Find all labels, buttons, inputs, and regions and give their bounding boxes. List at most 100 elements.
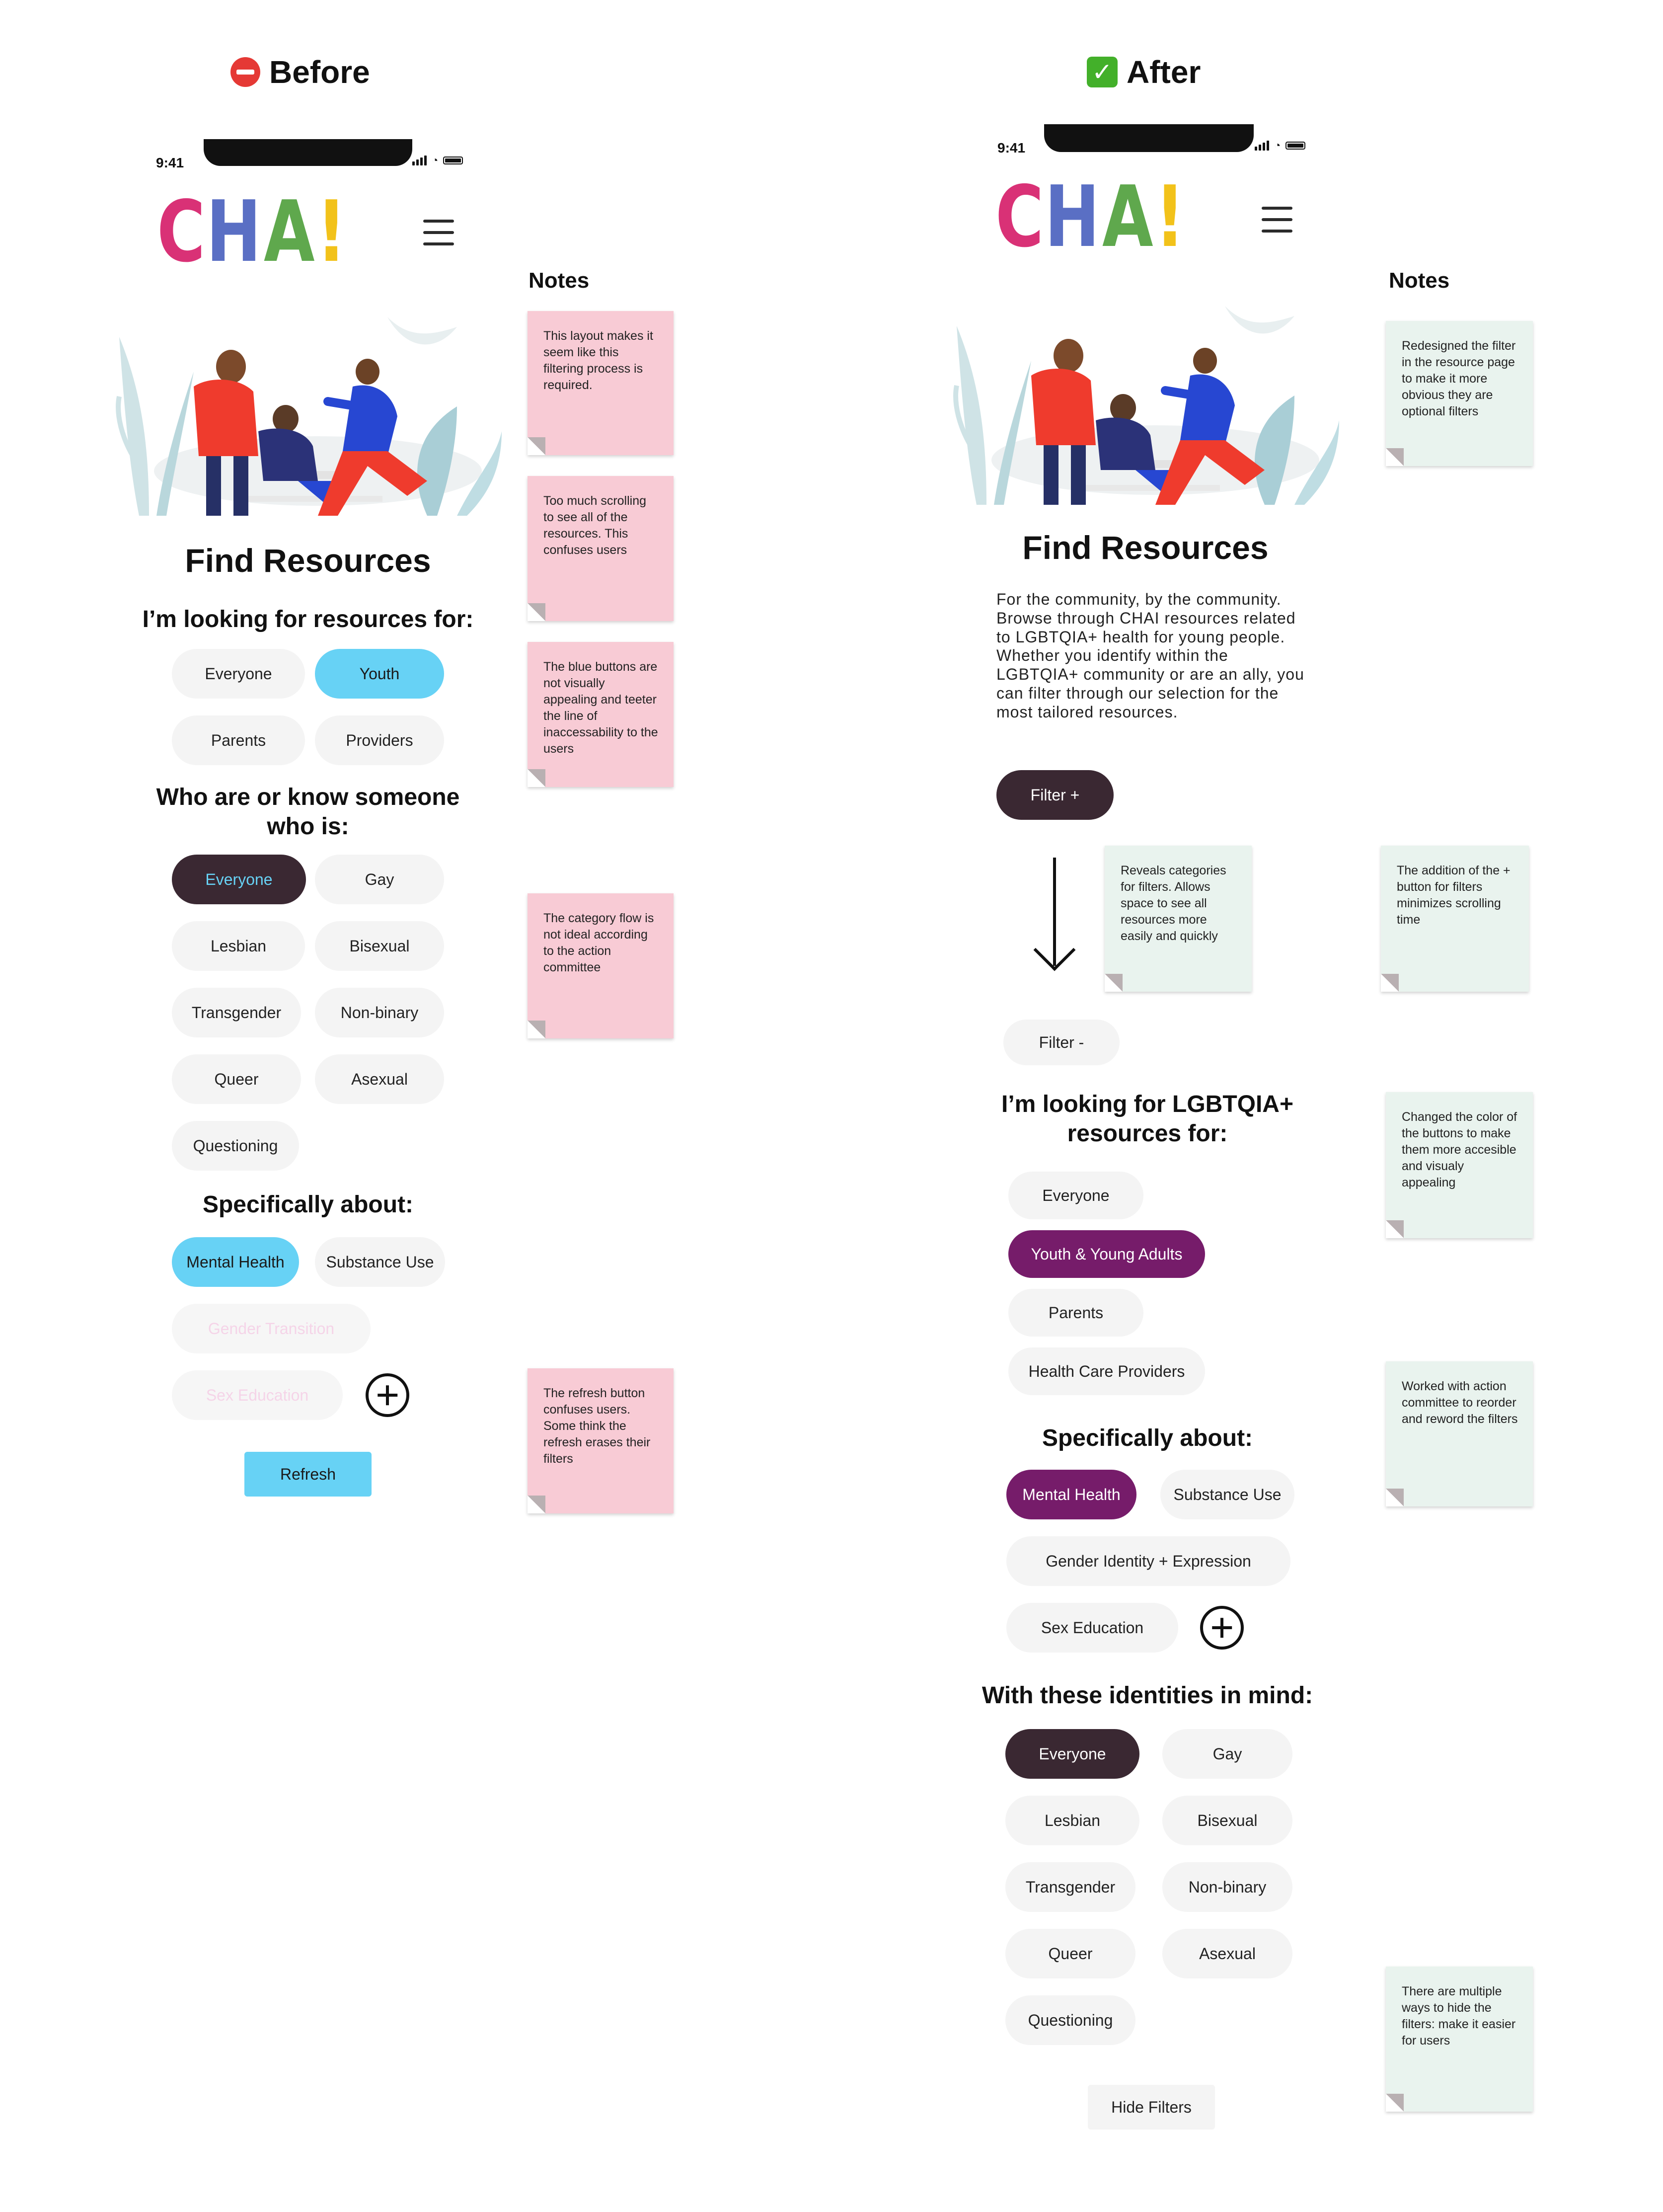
sticky-note: This layout makes it seem like this filt… <box>528 311 674 455</box>
sticky-note: Reveals categories for filters. Allows s… <box>1105 846 1252 992</box>
logo-letter: A <box>264 183 315 281</box>
note-text: Reveals categories for filters. Allows s… <box>1121 864 1226 943</box>
refresh-button[interactable]: Refresh <box>244 1452 372 1497</box>
chai-logo[interactable]: C H A ! <box>157 190 346 274</box>
filter-sex-education[interactable]: Sex Education <box>1006 1603 1178 1653</box>
status-icons: ◔ <box>412 155 463 166</box>
filter-identity-transgender[interactable]: Transgender <box>1005 1862 1135 1912</box>
filter-identity-bisexual[interactable]: Bisexual <box>1162 1796 1292 1845</box>
status-icons: ◔ <box>1255 140 1306 151</box>
intro-text: For the community, by the community. Bro… <box>996 590 1304 721</box>
logo-letter: H <box>206 183 261 281</box>
logo-letter: ! <box>1154 168 1185 266</box>
filter-identity-bisexual[interactable]: Bisexual <box>315 921 444 971</box>
sticky-note: Redesigned the filter in the resource pa… <box>1386 321 1533 466</box>
filter-identity-non-binary[interactable]: Non-binary <box>315 988 444 1037</box>
note-fold <box>528 437 545 455</box>
note-text: There are multiple ways to hide the filt… <box>1402 1984 1516 2048</box>
filter-substance-use[interactable]: Substance Use <box>1160 1470 1294 1519</box>
sticky-note: Worked with action committee to reorder … <box>1386 1361 1533 1506</box>
filter-close-button[interactable]: Filter - <box>1003 1020 1120 1065</box>
chai-logo[interactable]: C H A ! <box>995 175 1185 259</box>
filter-youth-young-adults[interactable]: Youth & Young Adults <box>1008 1230 1205 1278</box>
hamburger-menu-icon[interactable] <box>423 220 454 245</box>
filter-identity-everyone[interactable]: Everyone <box>172 855 306 904</box>
filter-identity-queer[interactable]: Queer <box>172 1054 301 1104</box>
filter-open-button[interactable]: Filter + <box>996 770 1114 820</box>
before-phone-status-bar: 9:41 ◔ <box>154 134 482 170</box>
filter-identity-asexual[interactable]: Asexual <box>315 1054 444 1104</box>
phone-notch <box>1044 124 1254 152</box>
sticky-note: The addition of the + button for filters… <box>1381 846 1529 992</box>
after-heading-label: After <box>1127 54 1201 90</box>
filter-identity-queer[interactable]: Queer <box>1005 1929 1135 1978</box>
page-title: Find Resources <box>1022 529 1269 566</box>
filter-mental-health[interactable]: Mental Health <box>172 1237 299 1287</box>
note-text: The category flow is not ideal according… <box>543 911 654 974</box>
audience-label: I’m looking for resources for: <box>142 606 474 632</box>
note-fold <box>528 1496 545 1513</box>
sticky-note: The refresh button confuses users. Some … <box>528 1368 674 1513</box>
wifi-icon: ◔ <box>432 154 439 166</box>
filter-providers[interactable]: Providers <box>315 715 444 765</box>
filter-identity-questioning[interactable]: Questioning <box>1005 1995 1135 2045</box>
filter-identity-questioning[interactable]: Questioning <box>172 1121 299 1171</box>
before-heading: Before <box>230 54 370 90</box>
filter-gender-transition[interactable]: Gender Transition <box>172 1304 371 1353</box>
filter-identity-lesbian[interactable]: Lesbian <box>172 921 305 971</box>
identity-label: With these identities in mind: <box>982 1682 1313 1709</box>
filter-identity-gay[interactable]: Gay <box>315 855 444 904</box>
people-illustration <box>116 317 502 516</box>
before-heading-label: Before <box>269 54 370 90</box>
note-text: The refresh button confuses users. Some … <box>543 1386 651 1466</box>
signal-icon <box>412 156 427 165</box>
note-fold <box>1386 448 1404 466</box>
note-text: The blue buttons are not visually appeal… <box>543 660 658 756</box>
filter-sex-education[interactable]: Sex Education <box>172 1370 343 1420</box>
filter-parents[interactable]: Parents <box>172 715 305 765</box>
filter-identity-asexual[interactable]: Asexual <box>1162 1929 1292 1978</box>
filter-identity-gay[interactable]: Gay <box>1162 1729 1292 1779</box>
filter-mental-health[interactable]: Mental Health <box>1006 1470 1136 1519</box>
filter-parents[interactable]: Parents <box>1008 1289 1143 1337</box>
after-heading: ✓ After <box>1087 54 1201 90</box>
status-time: 9:41 <box>156 155 184 170</box>
sticky-note: There are multiple ways to hide the filt… <box>1386 1967 1533 2112</box>
note-fold <box>1105 974 1123 992</box>
phone-notch <box>204 139 412 166</box>
plus-circle-icon[interactable] <box>366 1373 409 1417</box>
logo-letter: C <box>157 183 205 281</box>
hide-filters-button[interactable]: Hide Filters <box>1088 2085 1215 2130</box>
note-fold <box>1381 974 1399 992</box>
battery-icon <box>443 157 463 164</box>
note-fold <box>1386 1220 1404 1238</box>
filter-everyone[interactable]: Everyone <box>1008 1172 1143 1219</box>
down-arrow-head <box>1033 929 1076 971</box>
filter-identity-lesbian[interactable]: Lesbian <box>1005 1796 1139 1845</box>
note-fold <box>1386 1489 1404 1506</box>
sticky-note: Changed the color of the buttons to make… <box>1386 1092 1533 1238</box>
notes-heading: Notes <box>529 268 590 293</box>
filter-identity-transgender[interactable]: Transgender <box>172 988 301 1037</box>
audience-label: I’m looking for LGBTQIA+ resources for: <box>1001 1091 1293 1147</box>
plus-circle-icon[interactable] <box>1200 1606 1244 1650</box>
note-text: Worked with action committee to reorder … <box>1402 1379 1518 1426</box>
note-text: This layout makes it seem like this filt… <box>543 329 653 392</box>
filter-health-care-providers[interactable]: Health Care Providers <box>1008 1347 1205 1395</box>
topic-label: Specifically about: <box>1042 1425 1253 1451</box>
filter-everyone[interactable]: Everyone <box>172 649 305 699</box>
hamburger-menu-icon[interactable] <box>1262 207 1292 233</box>
filter-youth[interactable]: Youth <box>315 649 444 699</box>
topic-label: Specifically about: <box>202 1191 414 1218</box>
notes-heading: Notes <box>1389 268 1450 293</box>
people-illustration <box>953 306 1339 505</box>
logo-letter: H <box>1044 168 1100 266</box>
note-text: Changed the color of the buttons to make… <box>1402 1110 1517 1189</box>
filter-gender-identity-expression[interactable]: Gender Identity + Expression <box>1006 1536 1290 1586</box>
note-text: Redesigned the filter in the resource pa… <box>1402 339 1516 418</box>
after-phone-status-bar: 9:41 ◔ <box>996 121 1324 156</box>
filter-substance-use[interactable]: Substance Use <box>315 1237 445 1287</box>
filter-identity-everyone[interactable]: Everyone <box>1005 1729 1139 1779</box>
filter-identity-non-binary[interactable]: Non-binary <box>1162 1862 1292 1912</box>
note-fold <box>528 1021 545 1038</box>
